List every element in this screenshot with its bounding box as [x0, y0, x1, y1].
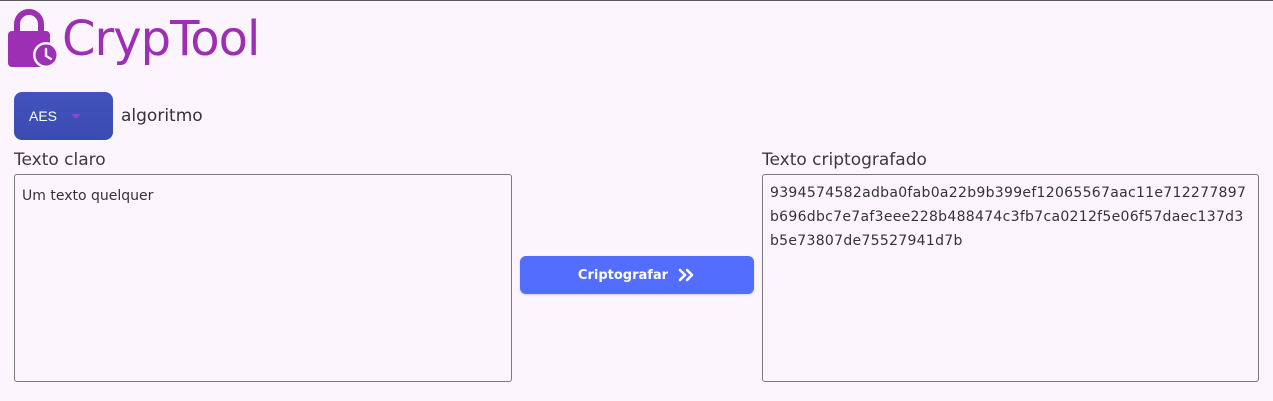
ciphertext-output[interactable]: 9394574582adba0fab0a22b9b399ef12065567aa…: [762, 174, 1259, 382]
plaintext-input[interactable]: Um texto quelquer: [14, 174, 512, 382]
algorithm-selected-value: AES: [29, 108, 58, 124]
encrypt-button[interactable]: Criptografar: [520, 256, 754, 294]
lock-clock-icon: [8, 9, 59, 68]
chevron-down-icon: [71, 113, 82, 119]
double-chevron-right-icon: [678, 268, 694, 282]
app-title: CrypTool: [62, 11, 260, 67]
ciphertext-label: Texto criptografado: [762, 150, 927, 170]
algorithm-label: algoritmo: [121, 106, 203, 126]
algorithm-row: AES algoritmo: [14, 92, 203, 140]
algorithm-select[interactable]: AES: [14, 92, 113, 140]
plaintext-label: Texto claro: [14, 150, 106, 170]
encrypt-button-label: Criptografar: [577, 267, 669, 283]
app-header: CrypTool: [8, 9, 260, 69]
